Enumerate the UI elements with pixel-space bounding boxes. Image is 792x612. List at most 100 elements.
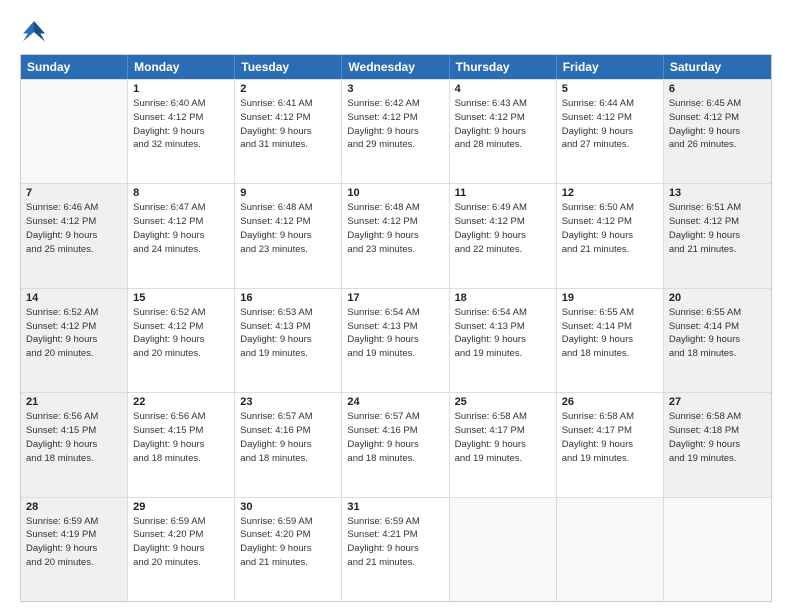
day-cell-12: 12 Sunrise: 6:50 AMSunset: 4:12 PMDayligh… [557, 184, 664, 287]
logo-icon [20, 18, 48, 46]
day-cell-4: 4Sunrise: 6:43 AMSunset: 4:12 PMDaylight… [450, 80, 557, 183]
day-info: Sunrise: 6:44 AMSunset: 4:12 PMDaylight:… [562, 97, 658, 152]
day-cell-23: 23Sunrise: 6:57 AMSunset: 4:16 PMDayligh… [235, 393, 342, 496]
calendar-body: 1Sunrise: 6:40 AMSunset: 4:12 PMDaylight… [21, 79, 771, 601]
day-info: Sunrise: 6:43 AMSunset: 4:12 PMDaylight:… [455, 97, 551, 152]
day-cell-2: 2 Sunrise: 6:41 AMSunset: 4:12 PMDaylight… [235, 80, 342, 183]
day-number: 5 [562, 83, 658, 95]
day-info: Sunrise: 6:48 AMSunset: 4:12 PMDaylight:… [240, 201, 336, 256]
day-info: Sunrise: 6:57 AMSunset: 4:16 PMDaylight:… [347, 410, 443, 465]
day-info: Sunrise: 6:55 AMSunset: 4:14 PMDaylight:… [562, 306, 658, 361]
day-number: 7 [26, 187, 122, 199]
calendar-header-tuesday: Tuesday [235, 55, 342, 79]
day-info: Sunrise: 6:55 AMSunset: 4:14 PMDaylight:… [669, 306, 766, 361]
empty-cell-4-6 [664, 498, 771, 601]
day-cell-9: 9 Sunrise: 6:48 AMSunset: 4:12 PMDaylight… [235, 184, 342, 287]
day-info: Sunrise: 6:47 AMSunset: 4:12 PMDaylight:… [133, 201, 229, 256]
day-number: 9 [240, 187, 336, 199]
day-cell-18: 18Sunrise: 6:54 AMSunset: 4:13 PMDayligh… [450, 289, 557, 392]
day-info: Sunrise: 6:56 AMSunset: 4:15 PMDaylight:… [26, 410, 122, 465]
day-number: 19 [562, 292, 658, 304]
day-info: Sunrise: 6:59 AMSunset: 4:19 PMDaylight:… [26, 515, 122, 570]
day-number: 26 [562, 396, 658, 408]
day-cell-19: 19 Sunrise: 6:55 AMSunset: 4:14 PMDayligh… [557, 289, 664, 392]
day-cell-5: 5 Sunrise: 6:44 AMSunset: 4:12 PMDaylight… [557, 80, 664, 183]
day-info: Sunrise: 6:48 AMSunset: 4:12 PMDaylight:… [347, 201, 443, 256]
day-cell-25: 25 Sunrise: 6:58 AMSunset: 4:17 PMDayligh… [450, 393, 557, 496]
day-number: 24 [347, 396, 443, 408]
day-cell-13: 13 Sunrise: 6:51 AMSunset: 4:12 PMDayligh… [664, 184, 771, 287]
logo [20, 18, 52, 46]
day-info: Sunrise: 6:58 AMSunset: 4:18 PMDaylight:… [669, 410, 766, 465]
empty-cell-0-0 [21, 80, 128, 183]
day-info: Sunrise: 6:59 AMSunset: 4:20 PMDaylight:… [133, 515, 229, 570]
day-info: Sunrise: 6:52 AMSunset: 4:12 PMDaylight:… [26, 306, 122, 361]
day-number: 28 [26, 501, 122, 513]
day-cell-26: 26 Sunrise: 6:58 AMSunset: 4:17 PMDayligh… [557, 393, 664, 496]
day-info: Sunrise: 6:58 AMSunset: 4:17 PMDaylight:… [562, 410, 658, 465]
day-cell-21: 21Sunrise: 6:56 AMSunset: 4:15 PMDayligh… [21, 393, 128, 496]
day-cell-30: 30 Sunrise: 6:59 AMSunset: 4:20 PMDayligh… [235, 498, 342, 601]
day-number: 2 [240, 83, 336, 95]
day-info: Sunrise: 6:59 AMSunset: 4:20 PMDaylight:… [240, 515, 336, 570]
empty-cell-4-5 [557, 498, 664, 601]
day-number: 20 [669, 292, 766, 304]
day-info: Sunrise: 6:45 AMSunset: 4:12 PMDaylight:… [669, 97, 766, 152]
day-cell-24: 24 Sunrise: 6:57 AMSunset: 4:16 PMDayligh… [342, 393, 449, 496]
day-info: Sunrise: 6:46 AMSunset: 4:12 PMDaylight:… [26, 201, 122, 256]
calendar-row-4: 21Sunrise: 6:56 AMSunset: 4:15 PMDayligh… [21, 392, 771, 496]
empty-cell-4-4 [450, 498, 557, 601]
day-cell-28: 28 Sunrise: 6:59 AMSunset: 4:19 PMDayligh… [21, 498, 128, 601]
day-info: Sunrise: 6:50 AMSunset: 4:12 PMDaylight:… [562, 201, 658, 256]
day-cell-11: 11Sunrise: 6:49 AMSunset: 4:12 PMDayligh… [450, 184, 557, 287]
day-number: 31 [347, 501, 443, 513]
day-number: 3 [347, 83, 443, 95]
day-number: 12 [562, 187, 658, 199]
day-number: 23 [240, 396, 336, 408]
calendar-header-monday: Monday [128, 55, 235, 79]
calendar-row-5: 28 Sunrise: 6:59 AMSunset: 4:19 PMDayligh… [21, 497, 771, 601]
day-cell-8: 8 Sunrise: 6:47 AMSunset: 4:12 PMDaylight… [128, 184, 235, 287]
day-cell-6: 6 Sunrise: 6:45 AMSunset: 4:12 PMDaylight… [664, 80, 771, 183]
day-number: 16 [240, 292, 336, 304]
day-number: 10 [347, 187, 443, 199]
day-cell-20: 20 Sunrise: 6:55 AMSunset: 4:14 PMDayligh… [664, 289, 771, 392]
day-cell-1: 1Sunrise: 6:40 AMSunset: 4:12 PMDaylight… [128, 80, 235, 183]
day-number: 6 [669, 83, 766, 95]
day-cell-7: 7 Sunrise: 6:46 AMSunset: 4:12 PMDaylight… [21, 184, 128, 287]
day-number: 25 [455, 396, 551, 408]
day-number: 8 [133, 187, 229, 199]
calendar-header-sunday: Sunday [21, 55, 128, 79]
day-cell-22: 22 Sunrise: 6:56 AMSunset: 4:15 PMDayligh… [128, 393, 235, 496]
day-info: Sunrise: 6:59 AMSunset: 4:21 PMDaylight:… [347, 515, 443, 570]
calendar-header-wednesday: Wednesday [342, 55, 449, 79]
calendar-row-3: 14 Sunrise: 6:52 AMSunset: 4:12 PMDayligh… [21, 288, 771, 392]
day-cell-27: 27Sunrise: 6:58 AMSunset: 4:18 PMDayligh… [664, 393, 771, 496]
day-info: Sunrise: 6:56 AMSunset: 4:15 PMDaylight:… [133, 410, 229, 465]
day-cell-29: 29 Sunrise: 6:59 AMSunset: 4:20 PMDayligh… [128, 498, 235, 601]
day-number: 17 [347, 292, 443, 304]
day-info: Sunrise: 6:58 AMSunset: 4:17 PMDaylight:… [455, 410, 551, 465]
calendar-header-thursday: Thursday [450, 55, 557, 79]
day-number: 22 [133, 396, 229, 408]
day-cell-10: 10 Sunrise: 6:48 AMSunset: 4:12 PMDayligh… [342, 184, 449, 287]
day-cell-17: 17 Sunrise: 6:54 AMSunset: 4:13 PMDayligh… [342, 289, 449, 392]
day-number: 30 [240, 501, 336, 513]
day-number: 11 [455, 187, 551, 199]
day-number: 1 [133, 83, 229, 95]
day-number: 29 [133, 501, 229, 513]
day-info: Sunrise: 6:52 AMSunset: 4:12 PMDaylight:… [133, 306, 229, 361]
day-cell-14: 14 Sunrise: 6:52 AMSunset: 4:12 PMDayligh… [21, 289, 128, 392]
day-number: 13 [669, 187, 766, 199]
day-info: Sunrise: 6:51 AMSunset: 4:12 PMDaylight:… [669, 201, 766, 256]
calendar-header-row: SundayMondayTuesdayWednesdayThursdayFrid… [21, 55, 771, 79]
calendar-header-saturday: Saturday [664, 55, 771, 79]
day-number: 15 [133, 292, 229, 304]
day-info: Sunrise: 6:42 AMSunset: 4:12 PMDaylight:… [347, 97, 443, 152]
day-info: Sunrise: 6:54 AMSunset: 4:13 PMDaylight:… [347, 306, 443, 361]
day-number: 14 [26, 292, 122, 304]
calendar-row-1: 1Sunrise: 6:40 AMSunset: 4:12 PMDaylight… [21, 79, 771, 183]
day-cell-15: 15 Sunrise: 6:52 AMSunset: 4:12 PMDayligh… [128, 289, 235, 392]
calendar-row-2: 7 Sunrise: 6:46 AMSunset: 4:12 PMDaylight… [21, 183, 771, 287]
day-info: Sunrise: 6:41 AMSunset: 4:12 PMDaylight:… [240, 97, 336, 152]
